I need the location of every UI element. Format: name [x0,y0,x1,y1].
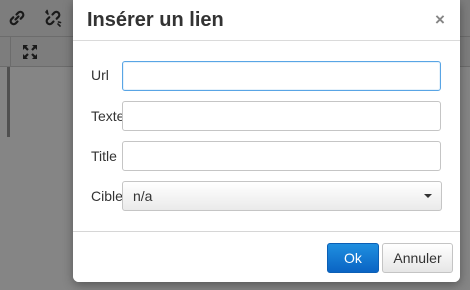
ok-button[interactable]: Ok [327,243,379,273]
close-icon[interactable]: × [432,10,448,29]
target-label: Cible [91,188,123,204]
text-label: Texte [91,108,125,124]
title-input[interactable] [122,141,441,171]
insert-link-dialog: Insérer un lien × Url Texte Title Cible … [73,0,460,282]
dialog-header: Insérer un lien × [73,0,460,41]
title-label: Title [91,148,117,164]
text-input[interactable] [122,101,441,131]
url-input[interactable] [122,61,441,91]
target-select[interactable]: n/a [122,181,442,211]
dialog-title: Insérer un lien [87,9,224,31]
dialog-footer: Ok Annuler [73,231,460,282]
target-select-value: n/a [133,188,153,204]
url-label: Url [91,67,109,83]
cancel-button[interactable]: Annuler [382,243,453,273]
dropdown-arrow-icon [424,194,432,198]
